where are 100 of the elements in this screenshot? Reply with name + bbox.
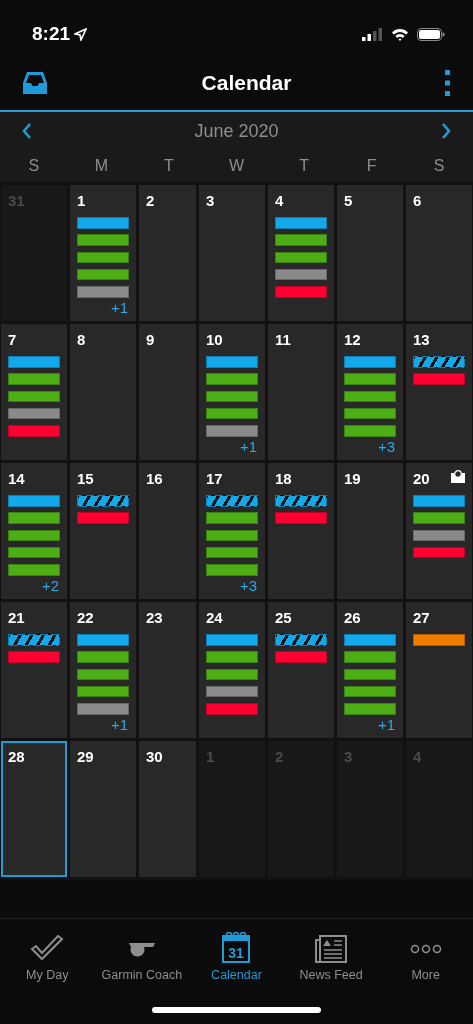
day-cell[interactable]: 28 (1, 741, 67, 877)
day-cell[interactable]: 17 +3 (199, 463, 265, 599)
day-number: 26 (344, 609, 361, 627)
day-cell[interactable]: 18 (268, 463, 334, 599)
tab-button[interactable]: My Day (0, 919, 95, 1024)
striped-event-bar[interactable] (413, 356, 465, 368)
signal-icon (362, 28, 383, 41)
day-cell[interactable]: 7 (1, 324, 67, 460)
event-bar[interactable] (413, 529, 465, 542)
event-bar[interactable] (8, 390, 60, 403)
day-cell[interactable]: 12 +3 (337, 324, 403, 460)
tab-button[interactable]: Garmin Coach (94, 919, 190, 1024)
event-bar[interactable] (77, 685, 129, 698)
weekday-label: S (433, 156, 445, 176)
event-bar[interactable] (8, 546, 60, 559)
inbox-icon[interactable] (22, 70, 48, 95)
weekday-label: S (28, 156, 40, 176)
day-number: 27 (413, 609, 430, 627)
tab-button[interactable]: More (378, 919, 473, 1024)
day-cell[interactable]: 1 +1 (70, 185, 136, 321)
striped-event-bar[interactable] (206, 495, 258, 507)
day-cell[interactable]: 16 (139, 463, 196, 599)
more-events-count[interactable]: +3 (239, 577, 257, 594)
day-number: 15 (77, 470, 94, 488)
day-number: 14 (8, 470, 25, 488)
event-bar[interactable] (77, 251, 129, 264)
day-cell[interactable]: 19 (337, 463, 403, 599)
striped-event-bar[interactable] (8, 634, 60, 646)
day-cell[interactable]: 20 (406, 463, 472, 599)
location-arrow-icon (74, 28, 88, 41)
event-bar[interactable] (413, 546, 465, 559)
event-bar[interactable] (206, 546, 258, 559)
day-cell[interactable]: 30 (139, 741, 196, 877)
day-number: 17 (206, 470, 223, 488)
day-cell[interactable]: 6 (406, 185, 472, 321)
striped-event-bar[interactable] (275, 634, 327, 646)
event-bar[interactable] (275, 251, 327, 264)
striped-event-bar[interactable] (275, 495, 327, 507)
day-number: 1 (77, 192, 86, 210)
battery-icon (417, 28, 445, 41)
event-bar[interactable] (8, 407, 60, 420)
day-cell[interactable]: 24 (199, 602, 265, 738)
day-number: 25 (275, 609, 292, 627)
day-number: 30 (146, 748, 163, 766)
more-events-count[interactable]: +1 (110, 716, 128, 733)
event-bar[interactable] (206, 668, 258, 681)
tab-button[interactable]: 31 Calendar (189, 919, 284, 1024)
day-cell[interactable]: 4 (268, 185, 334, 321)
more-events-count[interactable]: +1 (110, 299, 128, 316)
day-number: 28 (8, 748, 25, 766)
event-bar[interactable] (206, 407, 258, 420)
status-time: 8:21 (32, 22, 71, 47)
event-bar[interactable] (8, 529, 60, 542)
event-bar[interactable] (344, 668, 396, 681)
more-events-count[interactable]: +3 (377, 438, 395, 455)
menu-icon[interactable] (445, 69, 451, 96)
day-cell[interactable]: 26 +1 (337, 602, 403, 738)
day-cell[interactable]: 3 (199, 185, 265, 321)
day-cell[interactable]: 2 (139, 185, 196, 321)
day-number: 4 (275, 192, 284, 210)
next-month-icon[interactable] (441, 123, 451, 139)
more-events-count[interactable]: +1 (239, 438, 257, 455)
event-bar[interactable] (344, 390, 396, 403)
day-cell[interactable]: 29 (70, 741, 136, 877)
weekday-label: T (299, 156, 309, 176)
day-cell[interactable]: 21 (1, 602, 67, 738)
event-bar[interactable] (206, 685, 258, 698)
event-bar[interactable] (344, 407, 396, 420)
day-number: 10 (206, 331, 223, 349)
event-bar[interactable] (275, 268, 327, 281)
more-events-count[interactable]: +2 (41, 577, 59, 594)
event-bar[interactable] (206, 390, 258, 403)
day-cell[interactable]: 15 (70, 463, 136, 599)
day-number: 21 (8, 609, 25, 627)
event-bar[interactable] (77, 668, 129, 681)
day-cell[interactable]: 27 (406, 602, 472, 738)
tab-button[interactable]: News Feed (283, 919, 379, 1024)
day-cell[interactable]: 5 (337, 185, 403, 321)
event-bar[interactable] (77, 268, 129, 281)
day-number: 11 (275, 331, 291, 349)
more-events-count[interactable]: +1 (377, 716, 395, 733)
day-cell[interactable]: 25 (268, 602, 334, 738)
day-number: 22 (77, 609, 94, 627)
day-cell[interactable]: 11 (268, 324, 334, 460)
day-cell[interactable]: 10 +1 (199, 324, 265, 460)
striped-event-bar[interactable] (77, 495, 129, 507)
day-cell[interactable]: 13 (406, 324, 472, 460)
day-cell[interactable]: 9 (139, 324, 196, 460)
day-cell[interactable]: 23 (139, 602, 196, 738)
day-number: 16 (146, 470, 163, 488)
day-number: 6 (413, 192, 422, 210)
day-cell[interactable]: 14 +2 (1, 463, 67, 599)
previous-month-icon[interactable] (22, 123, 32, 139)
day-number: 20 (413, 470, 430, 488)
event-bar[interactable] (344, 685, 396, 698)
event-bar[interactable] (206, 529, 258, 542)
day-number: 2 (146, 192, 155, 210)
day-number: 24 (206, 609, 223, 627)
day-cell[interactable]: 22 +1 (70, 602, 136, 738)
day-cell[interactable]: 8 (70, 324, 136, 460)
